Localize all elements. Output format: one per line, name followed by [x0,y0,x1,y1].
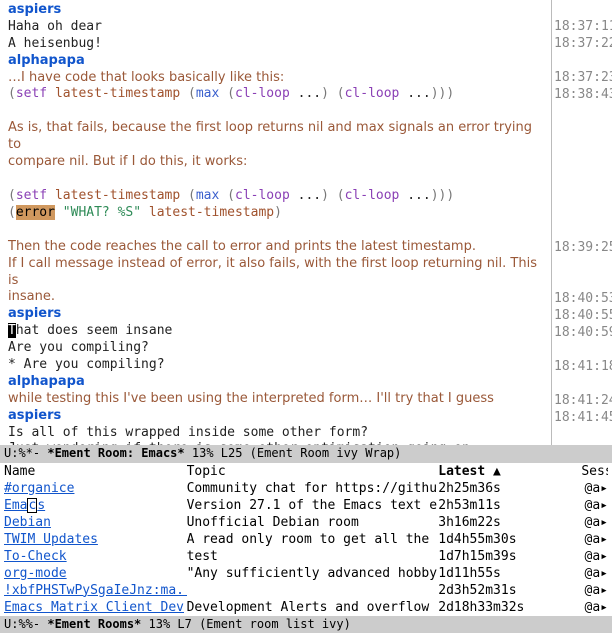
sender-aspiers: aspiers [8,2,547,19]
msg-line: …I have code that looks basically like t… [8,70,547,87]
room-link[interactable]: #organice [4,481,74,496]
modeline-info: 13% L7 (Ement room list ivy) [141,617,351,631]
room-latest: 2h25m36s [438,480,581,497]
room-sess: @a▸ [581,599,608,616]
code-line: (error "WHAT? %S" latest-timestamp) [8,205,547,222]
msg-line: Are you compiling? [8,340,547,357]
room-latest: 1d7h15m39s [438,548,581,565]
room-topic: Unofficial Debian room [187,514,439,531]
modeline-info: 13% L25 (Ement Room ivy Wrap) [185,446,402,460]
timestamp-gutter: 18:37:11 18:37:22 18:37:23 18:38:43 18:3… [552,0,612,445]
buffer-name: *Ement Rooms* [47,617,141,631]
timestamp: 18:40:55 [554,308,608,325]
col-header-sess[interactable]: Sess [581,463,608,480]
room-link[interactable]: To-Check [4,549,67,564]
timestamp: 18:39:25 [554,240,608,257]
modeline-status: U:%*- [4,446,47,460]
room-sess: @a▸ [581,480,608,497]
room-latest: 2d18h33m32s [438,599,581,616]
room-topic: "Any sufficiently advanced hobby... [187,565,439,582]
room-link[interactable]: org-mode [4,566,67,581]
msg-line: A heisenbug! [8,36,547,53]
rooms-pane[interactable]: Name Topic Latest ▲ Sess #organice Commu… [0,463,612,616]
room-link[interactable]: Emacs Matrix Client Dev [4,600,184,615]
col-header-latest[interactable]: Latest ▲ [438,463,581,480]
msg-line: Then the code reaches the call to error … [8,239,547,256]
room-link[interactable]: !xbfPHSTwPySgaIeJnz:ma... [4,583,187,598]
msg-line: If I call message instead of error, it a… [8,256,547,290]
room-link[interactable]: TWIM Updates [4,532,98,547]
timestamp: 18:38:43 [554,87,608,104]
room-row[interactable]: !xbfPHSTwPySgaIeJnz:ma... 2d3h52m31s @a▸ [0,582,612,599]
room-latest: 1d11h55s [438,565,581,582]
room-row[interactable]: #organice Community chat for https://git… [0,480,612,497]
room-row[interactable]: TWIM Updates A read only room to get all… [0,531,612,548]
timestamp: 18:42:21 [554,444,608,445]
room-sess: @a▸ [581,514,608,531]
room-topic: Development Alerts and overflow [187,599,439,616]
sender-alphapapa: alphapapa [8,53,547,70]
timestamp: 18:37:23 [554,70,608,87]
col-header-topic[interactable]: Topic [187,463,439,480]
timestamp: 18:41:18 [554,359,608,376]
code-line: (setf latest-timestamp (max (cl-loop ...… [8,188,547,205]
msg-line: That does seem insane [8,323,547,340]
col-header-name[interactable]: Name [4,463,187,480]
rooms-header: Name Topic Latest ▲ Sess [0,463,612,480]
sender-aspiers: aspiers [8,408,547,425]
modeline-chat[interactable]: U:%*- *Ement Room: Emacs* 13% L25 (Ement… [0,445,612,463]
room-row[interactable]: Debian Unofficial Debian room 3h16m22s @… [0,514,612,531]
room-latest: 2h53m11s [438,497,581,514]
sender-alphapapa: alphapapa [8,374,547,391]
room-link[interactable]: Emacs [4,498,45,513]
timestamp: 18:40:53 [554,291,608,308]
msg-line: Haha oh dear [8,19,547,36]
modeline-status: U:%%- [4,617,47,631]
room-topic: test [187,548,439,565]
room-latest: 2d3h52m31s [438,582,581,599]
room-latest: 1d4h55m30s [438,531,581,548]
room-sess: @a▸ [581,582,608,599]
room-topic [187,582,439,599]
room-sess: @a▸ [581,531,608,548]
sender-aspiers: aspiers [8,306,547,323]
code-line: (setf latest-timestamp (max (cl-loop ...… [8,86,547,103]
msg-line: insane. [8,289,547,306]
message-list[interactable]: aspiers Haha oh dear A heisenbug! alphap… [0,0,552,445]
room-row[interactable]: org-mode "Any sufficiently advanced hobb… [0,565,612,582]
room-topic: Community chat for https://githu... [187,480,439,497]
room-latest: 3h16m22s [438,514,581,531]
modeline-rooms[interactable]: U:%%- *Ement Rooms* 13% L7 (Ement room l… [0,616,612,633]
room-row[interactable]: Emacs Version 27.1 of the Emacs text e..… [0,497,612,514]
room-topic: A read only room to get all the ... [187,531,439,548]
buffer-name: *Ement Room: Emacs* [47,446,184,460]
timestamp: 18:37:22 [554,36,608,53]
room-sess: @a▸ [581,497,608,514]
timestamp: 18:40:59 [554,325,608,342]
timestamp: 18:41:45 [554,410,608,427]
msg-line: Is all of this wrapped inside some other… [8,425,547,442]
timestamp: 18:37:11 [554,19,608,36]
msg-line: * Are you compiling? [8,357,547,374]
msg-line: while testing this I've been using the i… [8,391,547,408]
room-sess: @a▸ [581,548,608,565]
msg-line: As is, that fails, because the first loo… [8,120,547,154]
text-cursor: c [27,498,37,513]
chat-pane: aspiers Haha oh dear A heisenbug! alphap… [0,0,612,445]
msg-line: compare nil. But if I do this, it works: [8,154,547,171]
room-topic: Version 27.1 of the Emacs text e... [187,497,439,514]
room-link[interactable]: Debian [4,515,51,530]
room-row[interactable]: To-Check test 1d7h15m39s @a▸ [0,548,612,565]
msg-line: Just wondering if there is some other op… [8,441,547,445]
room-sess: @a▸ [581,565,608,582]
room-row[interactable]: Emacs Matrix Client Dev Development Aler… [0,599,612,616]
text-cursor: T [8,323,16,338]
timestamp: 18:41:24 [554,393,608,410]
